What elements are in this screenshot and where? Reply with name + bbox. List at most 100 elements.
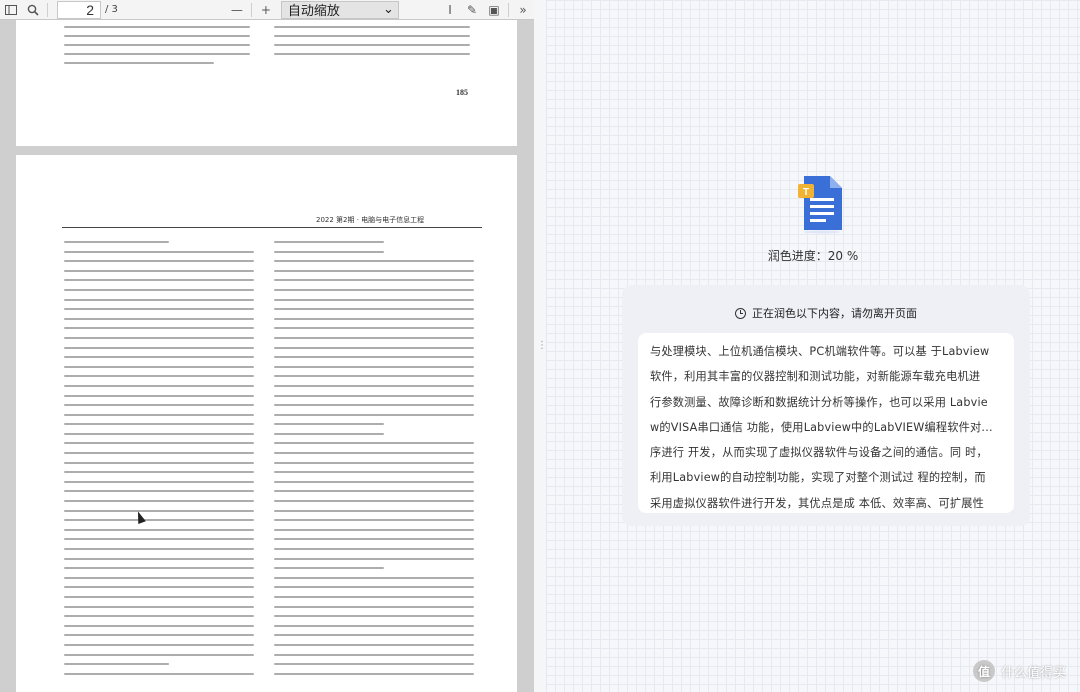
text-line xyxy=(274,269,474,272)
text-line xyxy=(274,423,384,426)
text-line xyxy=(64,490,254,493)
text-line xyxy=(64,586,254,589)
text-line xyxy=(64,269,254,272)
text-line xyxy=(274,279,474,282)
toolbar-divider xyxy=(47,2,48,17)
document-icon: T xyxy=(798,176,842,234)
page-number: 185 xyxy=(456,88,468,97)
text-line xyxy=(64,288,254,291)
pdf-viewer[interactable]: 2 / 3 — + 自动缩放 ⌄ I ✎ ▣ » 185 2022 第2期 · … xyxy=(0,0,534,692)
text-line xyxy=(274,241,384,243)
text-line xyxy=(274,490,474,493)
text-line xyxy=(64,250,254,253)
pdf-page-2: 2022 第2期 · 电脑与电子信息工程 xyxy=(16,155,517,692)
toolbar-divider xyxy=(508,2,509,17)
text-line xyxy=(274,404,474,407)
text-column-right xyxy=(274,241,474,675)
text-line xyxy=(274,519,474,522)
watermark-text: 什么值得买 xyxy=(1000,665,1066,681)
pdf-toolbar: 2 / 3 — + 自动缩放 ⌄ I ✎ ▣ » xyxy=(0,0,534,20)
header-rule xyxy=(62,227,482,228)
search-icon[interactable] xyxy=(22,0,44,20)
card-header-text: 正在润色以下内容，请勿离开页面 xyxy=(752,307,917,320)
text-line xyxy=(274,538,474,541)
content-line: 软件，利用其丰富的仪器控制和测试功能，对新能源车载充电机进 xyxy=(650,370,981,384)
app-root: 2 / 3 — + 自动缩放 ⌄ I ✎ ▣ » 185 2022 第2期 · … xyxy=(0,0,1080,692)
zoom-in-button[interactable]: + xyxy=(255,0,277,20)
pdf-page-1: 185 xyxy=(16,20,517,146)
text-line xyxy=(64,653,254,656)
text-line xyxy=(64,471,254,474)
text-line xyxy=(274,308,474,311)
text-line xyxy=(64,394,254,397)
card-body[interactable]: 与处理模块、上位机通信模块、PC机端软件等。可以基 于Labview 软件，利用… xyxy=(638,333,1014,513)
zoom-out-button[interactable]: — xyxy=(226,0,248,20)
text-line xyxy=(274,327,474,330)
text-line xyxy=(64,595,254,598)
content-line: 序进行 开发，从而实现了虚拟仪器软件与设备之间的通信。同 时， xyxy=(650,446,988,460)
text-line xyxy=(274,567,384,570)
text-line xyxy=(64,298,254,301)
text-line xyxy=(64,643,254,646)
content-line: 采用虚拟仪器软件进行开发，其优点是成 本低、效率高、可扩展性 xyxy=(650,496,984,510)
text-line xyxy=(274,317,474,320)
toolbar-divider xyxy=(250,2,252,17)
page-number-input[interactable]: 2 xyxy=(57,0,101,19)
text-line xyxy=(274,509,474,512)
watermark: 值 什么值得买 xyxy=(972,660,1066,682)
text-line xyxy=(64,480,254,483)
text-line xyxy=(274,605,474,608)
text-line xyxy=(64,327,254,330)
zoom-value: 自动缩放 xyxy=(287,4,340,19)
content-line: 利用Labview的自动控制功能，实现了对整个测试过 程的控制，而 xyxy=(650,471,986,485)
text-line xyxy=(64,576,254,579)
text-line xyxy=(64,346,254,349)
page-total-label: / 3 xyxy=(105,4,118,15)
text-line xyxy=(64,356,254,359)
text-tool-icon[interactable]: I xyxy=(439,0,461,20)
text-line xyxy=(64,615,254,618)
text-line xyxy=(274,548,474,550)
card-header: 正在润色以下内容，请勿离开页面 xyxy=(622,305,1030,321)
text-line xyxy=(64,241,169,243)
text-line xyxy=(64,509,254,512)
text-line xyxy=(274,432,384,435)
text-line xyxy=(274,653,474,656)
text-line xyxy=(274,643,474,646)
text-line xyxy=(274,384,474,387)
zoom-select[interactable]: 自动缩放 ⌄ xyxy=(280,0,399,19)
text-line xyxy=(64,308,254,311)
content-line: 与处理模块、上位机通信模块、PC机端软件等。可以基 于Labview xyxy=(650,345,990,358)
clock-icon xyxy=(735,307,746,319)
text-line xyxy=(274,365,474,368)
text-line xyxy=(274,557,474,560)
text-line xyxy=(274,356,474,359)
polish-card: 正在润色以下内容，请勿离开页面 与处理模块、上位机通信模块、PC机端软件等。可以… xyxy=(622,285,1030,526)
text-line xyxy=(274,480,474,483)
text-line xyxy=(274,346,474,349)
text-line xyxy=(64,672,254,675)
text-line xyxy=(274,375,474,378)
text-line xyxy=(274,471,474,474)
text-column-left xyxy=(64,26,250,64)
text-line xyxy=(64,557,254,560)
image-icon[interactable]: ▣ xyxy=(483,0,505,20)
sidebar-toggle-icon[interactable] xyxy=(0,0,22,20)
text-line xyxy=(64,404,254,407)
text-line xyxy=(64,548,254,550)
svg-text:T: T xyxy=(803,187,809,198)
chevron-down-icon: ⌄ xyxy=(383,2,394,17)
more-tools-icon[interactable]: » xyxy=(512,0,534,20)
watermark-logo: 值 xyxy=(972,660,995,682)
text-line xyxy=(64,538,254,541)
text-line xyxy=(274,413,474,416)
text-line xyxy=(274,452,474,455)
text-line xyxy=(274,634,474,637)
text-line xyxy=(274,615,474,618)
text-line xyxy=(64,413,254,416)
text-line xyxy=(64,567,254,570)
text-line xyxy=(64,624,254,627)
draw-icon[interactable]: ✎ xyxy=(461,0,483,20)
text-line xyxy=(64,663,169,666)
text-line xyxy=(64,260,254,263)
